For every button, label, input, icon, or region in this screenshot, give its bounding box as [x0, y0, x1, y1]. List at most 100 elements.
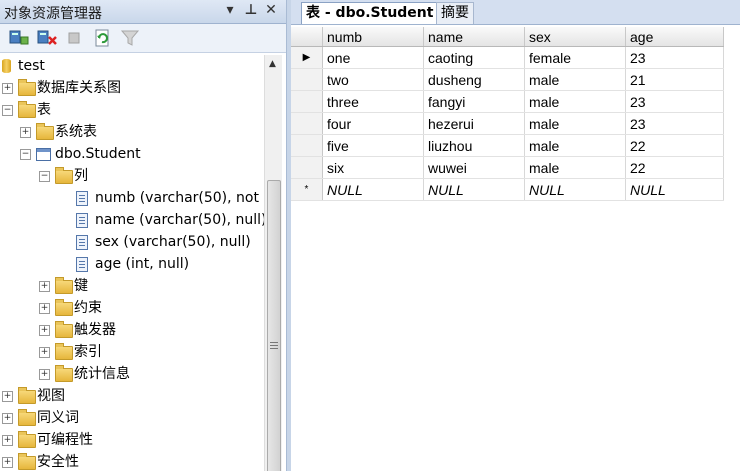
tree-node[interactable]: + 约束 [0, 297, 264, 319]
grid-cell-age[interactable]: NULL [625, 178, 724, 201]
disconnect-icon[interactable] [37, 29, 57, 47]
tab-student-table[interactable]: 表 - dbo.Student [301, 2, 439, 24]
tree-node[interactable]: + 同义词 [0, 407, 264, 429]
grid-cell-age[interactable]: 21 [625, 68, 724, 91]
column-header-sex[interactable]: sex [524, 27, 626, 47]
pin-icon[interactable]: ⊥ [243, 2, 259, 18]
row-selector[interactable] [291, 112, 323, 135]
tree-node[interactable]: − 表 [0, 99, 264, 121]
grid-cell-name[interactable]: hezerui [423, 112, 525, 135]
expand-icon[interactable]: + [39, 281, 50, 292]
tree-node[interactable]: + 索引 [0, 341, 264, 363]
grid-cell-name[interactable]: wuwei [423, 156, 525, 179]
grid-cell-numb[interactable]: two [322, 68, 424, 91]
grid-cell-name[interactable]: fangyi [423, 90, 525, 113]
folder-icon [55, 167, 73, 184]
connect-icon[interactable] [9, 29, 29, 47]
tab-summary[interactable]: 摘要 [436, 2, 474, 24]
expand-icon[interactable]: + [20, 127, 31, 138]
grid-cell-age[interactable]: 22 [625, 156, 724, 179]
tree-node[interactable]: test [0, 55, 264, 77]
grid-cell-sex[interactable]: male [524, 68, 626, 91]
column-header-numb[interactable]: numb [322, 27, 424, 47]
row-selector[interactable] [291, 90, 323, 113]
expand-icon[interactable]: + [2, 457, 13, 468]
grid-cell-sex[interactable]: NULL [524, 178, 626, 201]
row-selector-header[interactable] [291, 27, 323, 47]
tree-node[interactable]: − dbo.Student [0, 143, 264, 165]
grid-cell-numb[interactable]: four [322, 112, 424, 135]
grid-row[interactable]: two dusheng male 21 [291, 68, 724, 91]
stop-icon[interactable] [64, 29, 84, 47]
grid-cell-age[interactable]: 23 [625, 46, 724, 69]
grid-cell-sex[interactable]: female [524, 46, 626, 69]
grid-cell-name[interactable]: dusheng [423, 68, 525, 91]
row-selector[interactable] [291, 68, 323, 91]
grid-cell-numb[interactable]: three [322, 90, 424, 113]
grid-cell-numb[interactable]: one [322, 46, 424, 69]
expand-icon[interactable]: + [2, 413, 13, 424]
expand-icon[interactable]: + [39, 325, 50, 336]
column-header-name[interactable]: name [423, 27, 525, 47]
tree-node[interactable]: numb (varchar(50), not [0, 187, 264, 209]
expand-icon[interactable]: + [2, 391, 13, 402]
tree-vertical-scrollbar[interactable]: ▲ [264, 55, 282, 471]
tree-node[interactable]: + 键 [0, 275, 264, 297]
collapse-icon[interactable]: − [39, 171, 50, 182]
tree-node[interactable]: name (varchar(50), null) [0, 209, 264, 231]
grid-row[interactable]: four hezerui male 23 [291, 112, 724, 135]
row-selector[interactable]: * [291, 178, 323, 201]
grid-cell-numb[interactable]: five [322, 134, 424, 157]
grid-row[interactable]: ▶ one caoting female 23 [291, 46, 724, 69]
tree-node-label: 统计信息 [74, 366, 130, 382]
column-header-age[interactable]: age [625, 27, 724, 47]
tree-node[interactable]: − 列 [0, 165, 264, 187]
row-selector[interactable] [291, 134, 323, 157]
expand-icon[interactable]: + [39, 369, 50, 380]
filter-icon[interactable] [120, 29, 140, 47]
scrollbar-thumb[interactable] [267, 180, 281, 471]
grid-cell-sex[interactable]: male [524, 90, 626, 113]
grid-cell-sex[interactable]: male [524, 156, 626, 179]
scroll-up-arrow-icon[interactable]: ▲ [269, 59, 276, 69]
grid-cell-age[interactable]: 22 [625, 134, 724, 157]
grid-cell-numb[interactable]: NULL [322, 178, 424, 201]
grid-cell-sex[interactable]: male [524, 134, 626, 157]
refresh-icon[interactable] [93, 29, 113, 47]
grid-row[interactable]: five liuzhou male 22 [291, 134, 724, 157]
grid-row[interactable]: three fangyi male 23 [291, 90, 724, 113]
tree-node[interactable]: + 安全性 [0, 451, 264, 471]
expand-icon[interactable]: + [39, 347, 50, 358]
tree-node[interactable]: + 统计信息 [0, 363, 264, 385]
grid-cell-numb[interactable]: six [322, 156, 424, 179]
grid-cell-age[interactable]: 23 [625, 90, 724, 113]
expand-icon[interactable]: + [2, 83, 13, 94]
tree-node[interactable]: + 系统表 [0, 121, 264, 143]
dropdown-icon[interactable]: ▾ [222, 2, 238, 18]
collapse-icon[interactable]: − [2, 105, 13, 116]
grid-cell-name[interactable]: liuzhou [423, 134, 525, 157]
folder-icon [55, 277, 73, 294]
tree-node-label: 数据库关系图 [37, 80, 121, 96]
tree-node[interactable]: age (int, null) [0, 253, 264, 275]
tree-node[interactable]: + 触发器 [0, 319, 264, 341]
grid-row[interactable]: six wuwei male 22 [291, 156, 724, 179]
expand-icon[interactable]: + [2, 435, 13, 446]
grid-cell-age[interactable]: 23 [625, 112, 724, 135]
tree-node[interactable]: + 可编程性 [0, 429, 264, 451]
tree-node-label: 列 [74, 168, 88, 184]
tree-node[interactable]: + 数据库关系图 [0, 77, 264, 99]
grid-cell-name[interactable]: NULL [423, 178, 525, 201]
row-selector[interactable] [291, 156, 323, 179]
collapse-icon[interactable]: − [20, 149, 31, 160]
row-selector[interactable]: ▶ [291, 46, 323, 69]
grid-cell-sex[interactable]: male [524, 112, 626, 135]
tree-node-label: age (int, null) [95, 256, 190, 272]
expand-icon[interactable]: + [39, 303, 50, 314]
tree-node[interactable]: sex (varchar(50), null) [0, 231, 264, 253]
tree-node[interactable]: + 视图 [0, 385, 264, 407]
grid-new-row[interactable]: * NULL NULL NULL NULL [291, 178, 724, 201]
grid-cell-name[interactable]: caoting [423, 46, 525, 69]
tree-node-label: 安全性 [37, 454, 79, 470]
close-icon[interactable]: ✕ [263, 2, 279, 18]
